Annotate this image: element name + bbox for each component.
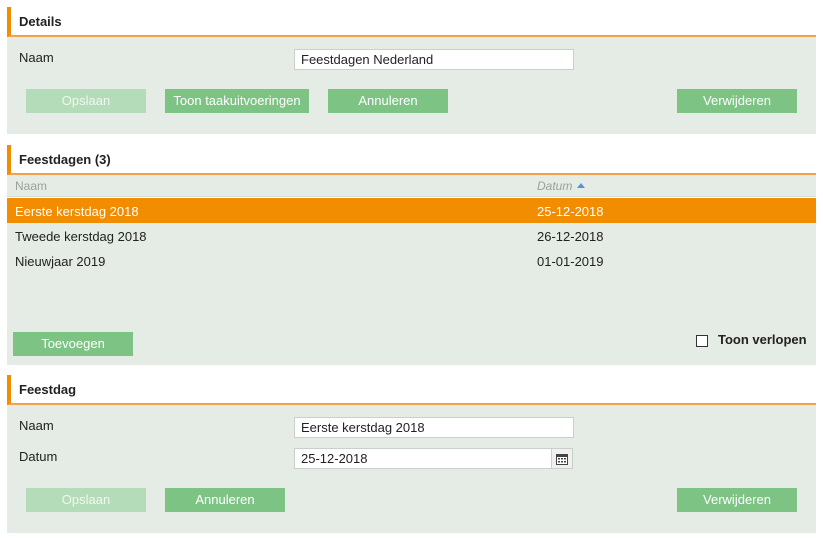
holiday-panel: Naam Datum Opslaan Annuleren Verwijderen <box>7 405 816 533</box>
details-title: Details <box>19 14 62 29</box>
table-row[interactable]: Eerste kerstdag 2018 25-12-2018 <box>7 198 816 223</box>
show-tasks-button[interactable]: Toon taakuitvoeringen <box>165 89 309 113</box>
row-name: Tweede kerstdag 2018 <box>15 229 147 244</box>
details-delete-button[interactable]: Verwijderen <box>677 89 797 113</box>
holiday-name-label: Naam <box>19 418 54 433</box>
column-date-header[interactable]: Datum <box>537 179 586 193</box>
add-holiday-button[interactable]: Toevoegen <box>13 332 133 356</box>
details-name-label: Naam <box>19 50 54 65</box>
row-name: Eerste kerstdag 2018 <box>15 204 139 219</box>
holiday-title: Feestdag <box>19 382 77 397</box>
row-name: Nieuwjaar 2019 <box>15 254 106 269</box>
row-date: 01-01-2019 <box>537 254 604 269</box>
holidays-header: Feestdagen (3) <box>7 145 816 175</box>
holiday-save-button[interactable]: Opslaan <box>26 488 146 512</box>
table-row[interactable]: Tweede kerstdag 2018 26-12-2018 <box>7 223 816 248</box>
holidays-list-footer: Toevoegen Toon verlopen <box>7 273 816 365</box>
holidays-column-header: Naam Datum <box>7 175 816 197</box>
sort-ascending-icon <box>577 183 586 188</box>
details-header: Details <box>7 7 816 37</box>
details-name-input[interactable] <box>294 49 574 70</box>
column-name-header[interactable]: Naam <box>15 179 47 193</box>
show-expired-checkbox[interactable] <box>696 335 708 347</box>
holidays-title: Feestdagen (3) <box>19 152 111 167</box>
holiday-cancel-button[interactable]: Annuleren <box>165 488 285 512</box>
row-date: 26-12-2018 <box>537 229 604 244</box>
row-date: 25-12-2018 <box>537 204 604 219</box>
column-date-label: Datum <box>537 179 573 193</box>
table-row[interactable]: Nieuwjaar 2019 01-01-2019 <box>7 248 816 273</box>
details-save-button[interactable]: Opslaan <box>26 89 146 113</box>
holiday-date-label: Datum <box>19 449 58 464</box>
details-panel: Naam Opslaan Toon taakuitvoeringen Annul… <box>7 37 816 134</box>
holiday-delete-button[interactable]: Verwijderen <box>677 488 797 512</box>
holiday-header: Feestdag <box>7 375 816 405</box>
calendar-icon <box>556 453 568 465</box>
show-expired-label[interactable]: Toon verlopen <box>718 332 807 347</box>
holiday-name-input[interactable] <box>294 417 574 438</box>
holiday-date-input[interactable] <box>294 448 552 469</box>
calendar-button[interactable] <box>551 448 573 469</box>
details-cancel-button[interactable]: Annuleren <box>328 89 448 113</box>
